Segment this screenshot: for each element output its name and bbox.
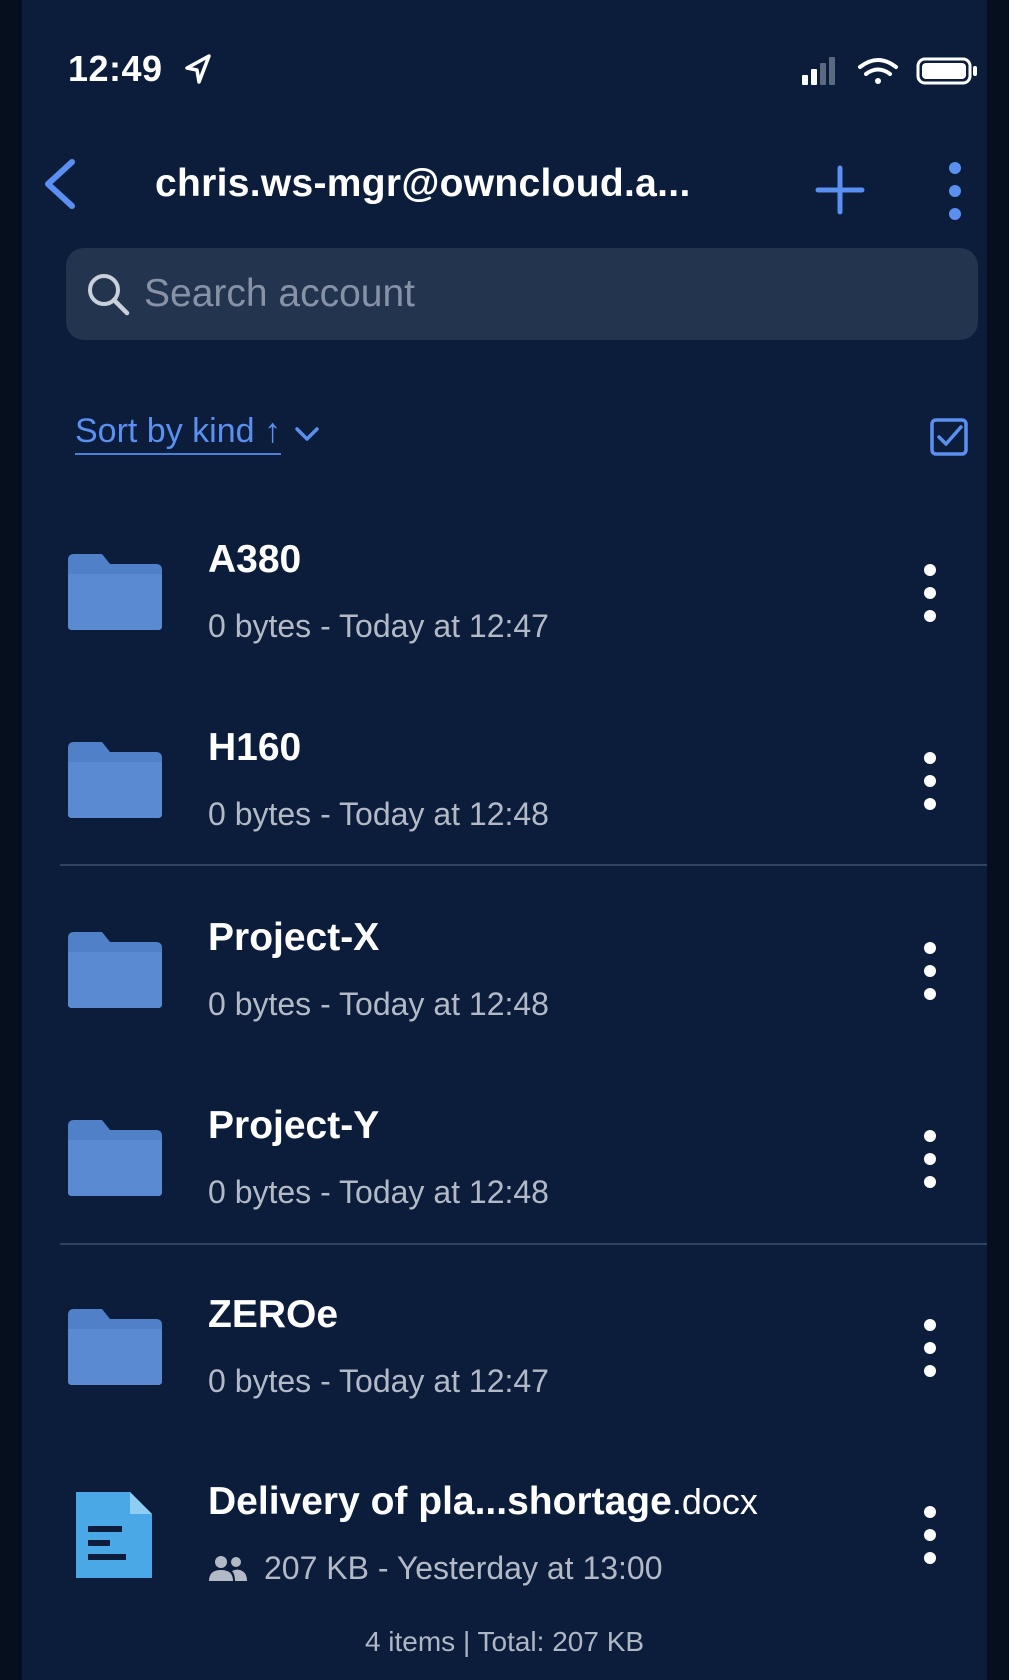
divider xyxy=(60,1243,987,1245)
item-more-button[interactable] xyxy=(910,746,950,816)
item-meta: 0 bytes - Today at 12:48 xyxy=(208,796,549,832)
list-item[interactable]: Project-Y 0 bytes - Today at 12:48 xyxy=(22,1066,987,1254)
item-name: Delivery of pla...shortage.docx xyxy=(208,1480,758,1523)
shared-users-icon xyxy=(209,1555,247,1581)
select-checkbox-icon[interactable] xyxy=(927,415,971,459)
status-time: 12:49 xyxy=(68,48,163,89)
item-meta: 207 KB - Yesterday at 13:00 xyxy=(264,1550,663,1586)
item-name: Project-X xyxy=(208,916,380,959)
location-arrow-icon xyxy=(185,54,211,84)
folder-icon xyxy=(68,932,162,1008)
item-name: A380 xyxy=(208,538,302,581)
sort-label-wrapper: Sort by kind ↑ xyxy=(75,412,281,455)
item-meta-wrapper: 207 KB - Yesterday at 13:00 xyxy=(208,1550,663,1587)
folder-icon xyxy=(68,1309,162,1385)
more-options-button[interactable] xyxy=(935,156,975,226)
chevron-down-icon xyxy=(295,426,319,441)
arrow-up-icon: ↑ xyxy=(263,412,281,450)
folder-icon xyxy=(68,1120,162,1196)
page-title: chris.ws-mgr@owncloud.a... xyxy=(155,162,691,205)
search-icon xyxy=(88,274,130,316)
sort-button[interactable]: Sort by kind ↑ xyxy=(75,412,323,455)
item-more-button[interactable] xyxy=(910,1500,950,1570)
item-meta: 0 bytes - Today at 12:48 xyxy=(208,1174,549,1210)
item-meta: 0 bytes - Today at 12:47 xyxy=(208,608,549,644)
item-name: H160 xyxy=(208,726,302,769)
item-more-button[interactable] xyxy=(910,1313,950,1383)
item-extension: .docx xyxy=(671,1481,758,1522)
sort-label: Sort by kind xyxy=(75,412,255,450)
list-item[interactable]: Project-X 0 bytes - Today at 12:48 xyxy=(22,878,987,1066)
list-item[interactable]: A380 0 bytes - Today at 12:47 xyxy=(22,500,987,688)
wifi-icon xyxy=(858,58,898,84)
item-more-button[interactable] xyxy=(910,936,950,1006)
folder-icon xyxy=(68,554,162,630)
folder-icon xyxy=(68,742,162,818)
back-button[interactable] xyxy=(36,152,84,216)
document-icon xyxy=(76,1492,152,1578)
item-more-button[interactable] xyxy=(910,558,950,628)
item-name: Project-Y xyxy=(208,1104,380,1147)
item-meta: 0 bytes - Today at 12:48 xyxy=(208,986,549,1022)
cellular-signal-icon xyxy=(802,57,835,85)
battery-icon xyxy=(916,57,977,85)
divider xyxy=(60,864,987,866)
list-item[interactable]: Delivery of pla...shortage.docx 207 KB -… xyxy=(22,1442,987,1630)
item-more-button[interactable] xyxy=(910,1124,950,1194)
status-icons xyxy=(802,57,977,85)
search-input[interactable] xyxy=(144,248,944,340)
add-button[interactable] xyxy=(810,160,870,220)
search-bar[interactable] xyxy=(66,248,978,340)
item-name: ZEROe xyxy=(208,1293,339,1336)
list-item[interactable]: H160 0 bytes - Today at 12:48 xyxy=(22,688,987,876)
item-meta: 0 bytes - Today at 12:47 xyxy=(208,1363,549,1399)
list-item[interactable]: ZEROe 0 bytes - Today at 12:47 xyxy=(22,1255,987,1443)
list-summary: 4 items | Total: 207 KB xyxy=(364,1626,645,1657)
